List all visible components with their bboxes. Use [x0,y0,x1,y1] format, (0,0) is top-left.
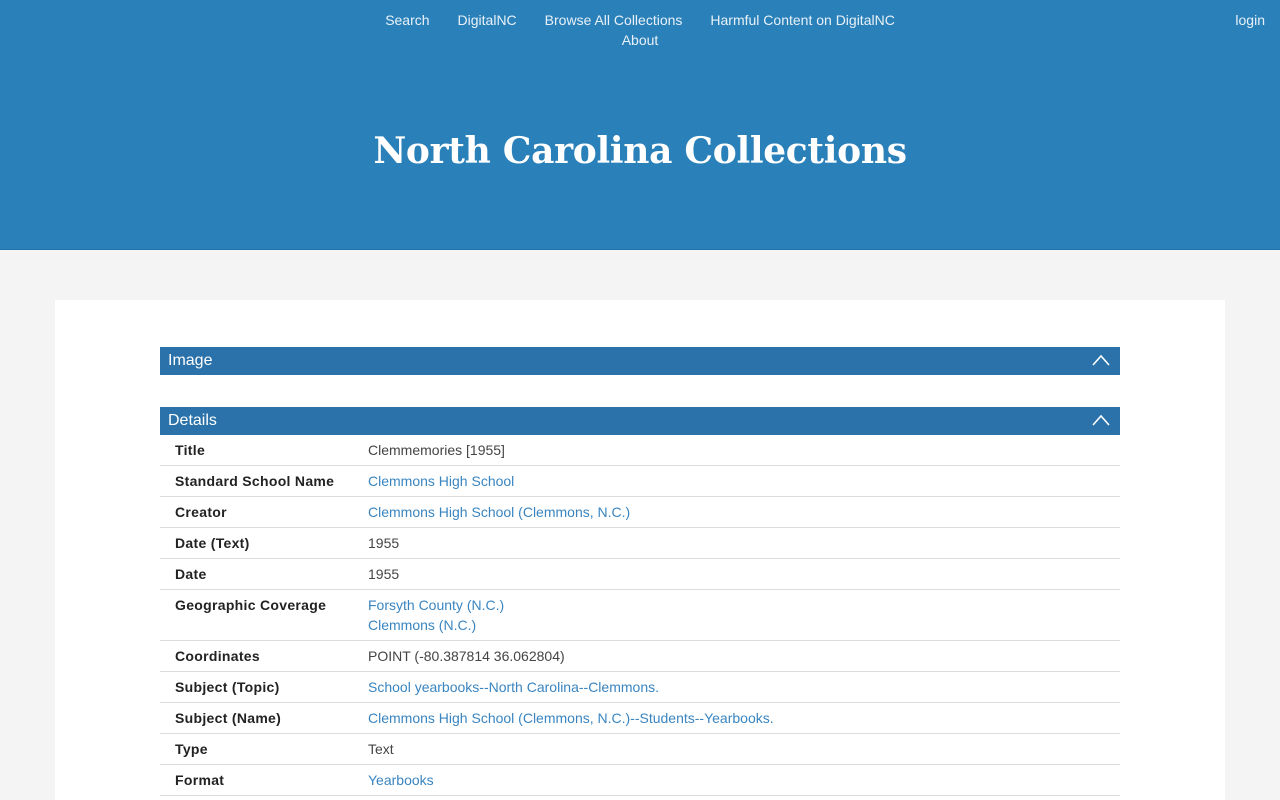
details-row: Subject (Name) Clemmons High School (Clem… [160,702,1120,734]
details-value: Forsyth County (N.C.) Clemmons (N.C.) [368,589,1120,641]
details-label: Type [160,733,368,765]
details-row: Title Clemmemories [1955] [160,435,1120,466]
details-value-text: Text [368,741,394,757]
details-row: Type Text [160,733,1120,765]
nav-about[interactable]: About [622,30,659,50]
details-label: Title [160,435,368,466]
nav-browse-collections[interactable]: Browse All Collections [545,10,683,30]
image-panel-header[interactable]: Image [160,347,1120,375]
details-row: Coordinates POINT (-80.387814 36.062804) [160,640,1120,672]
details-label: Subject (Name) [160,702,368,734]
details-label: Subject (Topic) [160,671,368,703]
details-value-text: 1955 [368,535,400,551]
details-label: Date [160,558,368,590]
details-panel: Details Title Clemmemories [1955] Standard… [160,407,1120,796]
details-row: Geographic Coverage Forsyth County (N.C.)… [160,589,1120,641]
details-panel-title: Details [168,412,217,429]
nav-search[interactable]: Search [385,10,429,30]
details-label: Standard School Name [160,465,368,497]
chevron-up-icon[interactable] [1092,353,1110,367]
details-value: Clemmemories [1955] [368,435,1120,466]
details-value: 1955 [368,558,1120,590]
details-value-link[interactable]: Forsyth County (N.C.) [368,595,1120,615]
nav-harmful-content[interactable]: Harmful Content on DigitalNC [710,10,894,30]
details-value-link[interactable]: Clemmons High School (Clemmons, N.C.) [368,502,1120,522]
image-panel: Image [160,347,1120,375]
details-label: Date (Text) [160,527,368,559]
details-row: Date 1955 [160,558,1120,590]
details-value: POINT (-80.387814 36.062804) [368,640,1120,672]
details-value: 1955 [368,527,1120,559]
details-row: Date (Text) 1955 [160,527,1120,559]
details-value: School yearbooks--North Carolina--Clemmo… [368,671,1120,703]
details-value-text: 1955 [368,566,400,582]
details-label: Format [160,764,368,796]
details-table: Title Clemmemories [1955] Standard School … [160,435,1120,796]
details-row: Standard School Name Clemmons High School [160,465,1120,497]
details-value: Yearbooks [368,764,1120,796]
details-value: Text [368,733,1120,765]
login-link[interactable]: login [1235,10,1265,30]
details-value-link[interactable]: Clemmons High School [368,471,1120,491]
main-content: Image Details Title Clemmemories [1955] St… [55,300,1225,800]
details-row: Subject (Topic) School yearbooks--North C… [160,671,1120,703]
details-value-link[interactable]: Clemmons High School (Clemmons, N.C.)--S… [368,708,1120,728]
nav-digitalnc[interactable]: DigitalNC [458,10,517,30]
chevron-up-icon[interactable] [1092,413,1110,427]
details-value-text: POINT (-80.387814 36.062804) [368,648,565,664]
details-value-link[interactable]: Yearbooks [368,770,1120,790]
main-nav: Search DigitalNC Browse All Collections Har… [340,10,940,50]
details-value-link[interactable]: Clemmons (N.C.) [368,615,1120,635]
details-label: Creator [160,496,368,528]
details-value: Clemmons High School [368,465,1120,497]
details-value-text: Clemmemories [1955] [368,442,505,458]
details-panel-header[interactable]: Details [160,407,1120,435]
details-label: Geographic Coverage [160,589,368,641]
image-panel-title: Image [168,352,213,369]
details-value: Clemmons High School (Clemmons, N.C.) [368,496,1120,528]
site-header: Search DigitalNC Browse All Collections Har… [0,0,1280,250]
details-value-link[interactable]: School yearbooks--North Carolina--Clemmo… [368,677,1120,697]
details-label: Coordinates [160,640,368,672]
details-value: Clemmons High School (Clemmons, N.C.)--S… [368,702,1120,734]
site-title: North Carolina Collections [373,130,907,172]
details-row: Creator Clemmons High School (Clemmons, N… [160,496,1120,528]
details-row: Format Yearbooks [160,764,1120,796]
